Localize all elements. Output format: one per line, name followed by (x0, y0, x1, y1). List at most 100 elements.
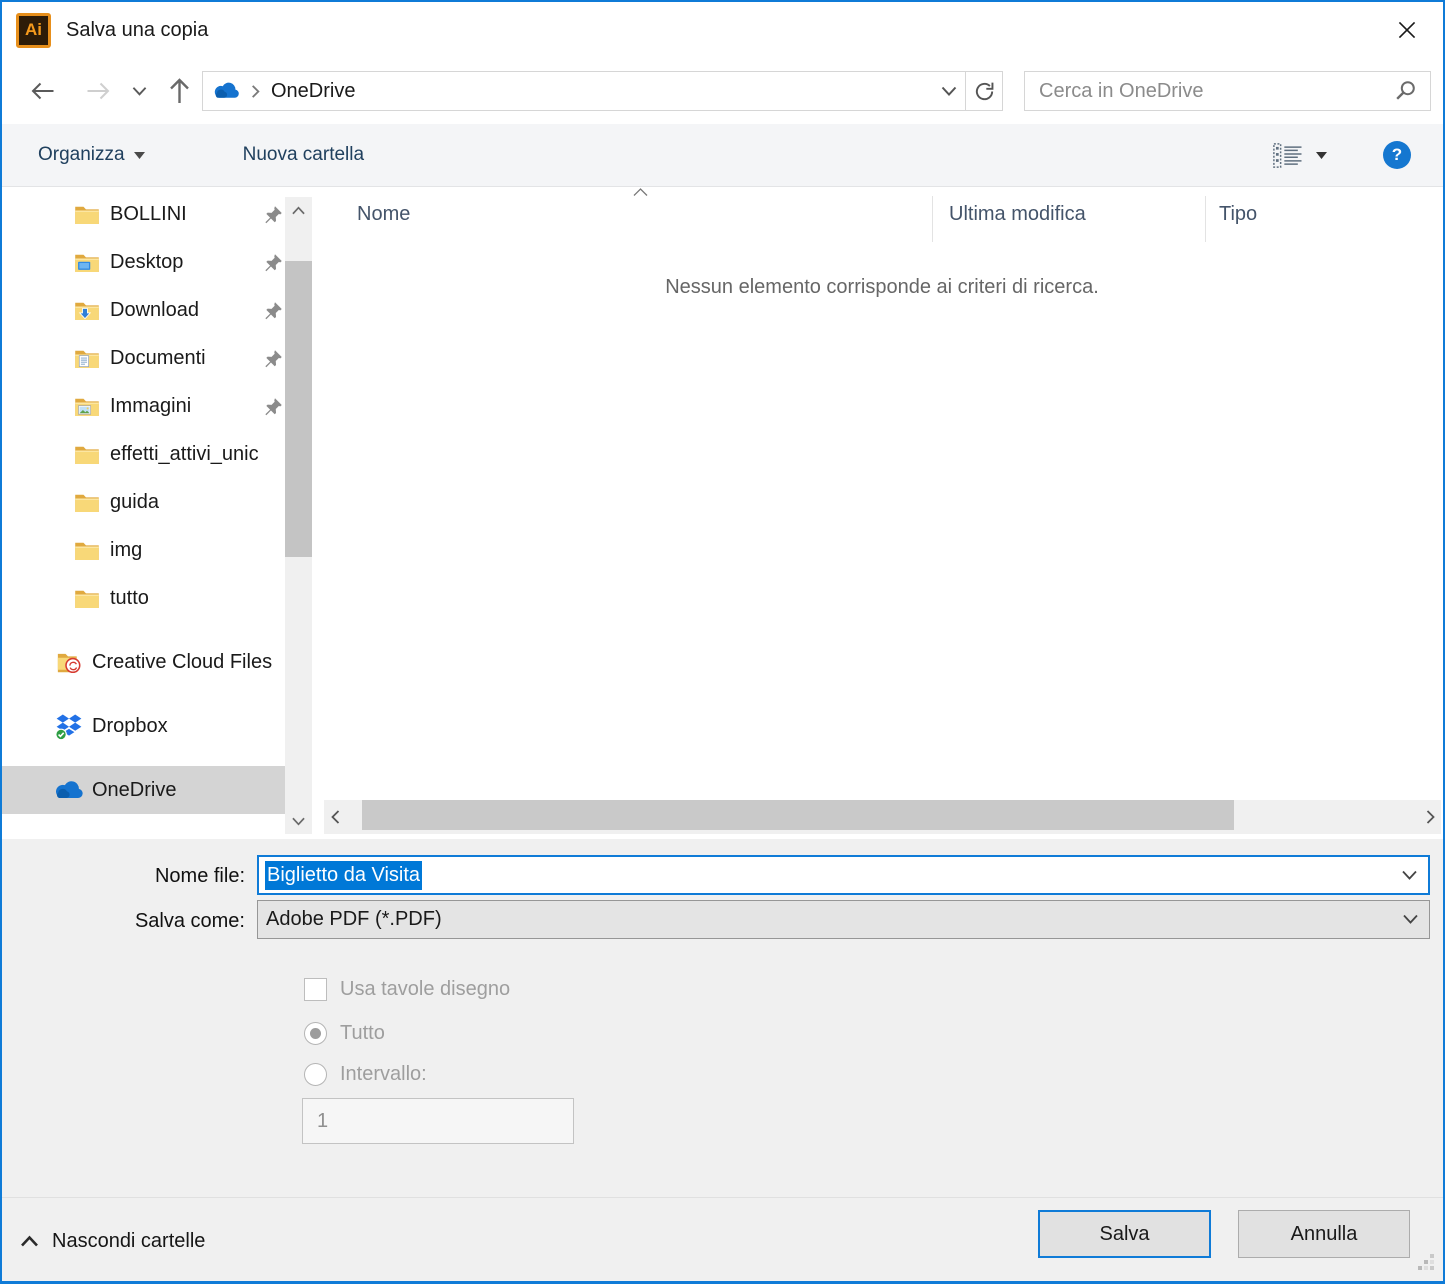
toolbar-right-group: ? (1272, 141, 1443, 169)
file-list-pane: Nome Ultima modifica Tipo Nessun element… (323, 188, 1441, 839)
chevron-left-icon (331, 810, 340, 824)
save-dialog-window: Ai Salva una copia OneDrive (0, 0, 1445, 1284)
range-value: 1 (317, 1110, 328, 1133)
scroll-left-button[interactable] (324, 800, 346, 834)
address-bar[interactable]: OneDrive (202, 71, 966, 111)
dialog-title: Salva una copia (66, 19, 208, 42)
pin-icon (263, 300, 285, 321)
help-button[interactable]: ? (1383, 141, 1411, 169)
change-view-button[interactable] (1272, 142, 1327, 169)
search-box[interactable] (1024, 71, 1431, 111)
horizontal-scrollbar[interactable] (324, 800, 1441, 834)
close-button[interactable] (1385, 10, 1429, 50)
folder-icon (72, 491, 102, 514)
scroll-down-button[interactable] (285, 808, 312, 834)
breadcrumb-chevron-icon (249, 84, 262, 99)
hide-folders-button[interactable]: Nascondi cartelle (20, 1225, 205, 1257)
use-artboards-option[interactable]: Usa tavole disegno (304, 978, 510, 1001)
sidebar-item-documenti[interactable]: Documenti (2, 334, 285, 382)
list-header: Nome Ultima modifica Tipo (323, 188, 1441, 242)
radio-all[interactable] (304, 1022, 327, 1045)
cancel-button-label: Annulla (1291, 1223, 1358, 1246)
sidebar-item-img[interactable]: img (2, 526, 285, 574)
folder-pictures-icon (72, 395, 102, 418)
scroll-up-button[interactable] (285, 197, 312, 223)
sidebar-item-download[interactable]: Download (2, 286, 285, 334)
creative-cloud-icon (54, 650, 84, 674)
save-type-select[interactable]: Adobe PDF (*.PDF) (257, 900, 1430, 939)
sidebar-item-label: guida (110, 491, 285, 514)
up-one-level-button[interactable] (156, 77, 202, 105)
scrollbar-thumb[interactable] (362, 800, 1234, 830)
folder-documents-icon (72, 347, 102, 370)
sidebar-item-immagini[interactable]: Immagini (2, 382, 285, 430)
new-folder-button[interactable]: Nuova cartella (243, 144, 364, 166)
help-icon: ? (1392, 145, 1402, 165)
onedrive-cloud-icon (213, 82, 240, 100)
refresh-icon (973, 80, 996, 103)
sidebar-item-guida[interactable]: guida (2, 478, 285, 526)
search-icon (1394, 79, 1418, 103)
save-type-value: Adobe PDF (*.PDF) (266, 908, 442, 931)
save-type-dropdown-button[interactable] (1402, 914, 1419, 925)
chevron-right-icon (1426, 810, 1435, 824)
breadcrumb[interactable]: OneDrive (271, 80, 355, 103)
sidebar-item-label: BOLLINI (110, 203, 263, 226)
pin-icon (263, 348, 285, 369)
sidebar-item-onedrive[interactable]: OneDrive (2, 766, 285, 814)
onedrive-icon (54, 780, 84, 801)
search-input[interactable] (1037, 79, 1394, 104)
sidebar-item-label: img (110, 539, 285, 562)
range-all-option[interactable]: Tutto (304, 1022, 385, 1045)
footer-divider (2, 1197, 1443, 1198)
empty-list-message: Nessun elemento corrisponde ai criteri d… (323, 276, 1441, 299)
refresh-button[interactable] (966, 71, 1003, 111)
forward-button[interactable] (74, 79, 122, 103)
folder-icon (72, 587, 102, 610)
sidebar-item-label: Documenti (110, 347, 263, 370)
back-button[interactable] (18, 79, 66, 103)
sidebar-item-dropbox[interactable]: Dropbox (2, 702, 285, 750)
chevron-down-icon (292, 817, 305, 826)
scroll-right-button[interactable] (1419, 800, 1441, 834)
pin-icon (263, 252, 285, 273)
range-value-input[interactable]: 1 (302, 1098, 574, 1144)
illustrator-app-icon: Ai (16, 13, 51, 48)
column-divider[interactable] (1205, 196, 1206, 242)
chevron-up-icon (20, 1235, 39, 1247)
column-header-name[interactable]: Nome (357, 203, 410, 226)
save-options-panel: Nome file: Biglietto da Visita Salva com… (2, 839, 1443, 1281)
caret-down-icon (1316, 152, 1327, 159)
range-interval-option[interactable]: Intervallo: (304, 1063, 427, 1086)
up-arrow-icon (167, 77, 192, 105)
file-name-input[interactable]: Biglietto da Visita (257, 855, 1430, 895)
sidebar-scrollbar[interactable] (285, 197, 312, 834)
save-button[interactable]: Salva (1038, 1210, 1211, 1258)
organize-label: Organizza (38, 144, 125, 166)
cancel-button[interactable]: Annulla (1238, 1210, 1410, 1258)
resize-grip-icon[interactable] (1416, 1252, 1438, 1274)
chevron-down-icon (1402, 914, 1419, 925)
folder-icon (72, 443, 102, 466)
sidebar-item-label: Download (110, 299, 263, 322)
organize-menu-button[interactable]: Organizza (38, 144, 145, 166)
column-header-type[interactable]: Tipo (1219, 203, 1257, 226)
column-divider[interactable] (932, 196, 933, 242)
sidebar-item-tutto[interactable]: tutto (2, 574, 285, 622)
sidebar-item-bollini[interactable]: BOLLINI (2, 190, 285, 238)
radio-range[interactable] (304, 1063, 327, 1086)
list-view-icon (1272, 142, 1304, 169)
address-dropdown-button[interactable] (941, 86, 957, 97)
save-button-label: Salva (1099, 1223, 1149, 1246)
use-artboards-checkbox[interactable] (304, 978, 327, 1001)
close-icon (1394, 17, 1420, 43)
navigation-sidebar: BOLLINI Desktop Download Documenti Immaginie… (2, 188, 322, 839)
sidebar-item-creative-cloud-files[interactable]: Creative Cloud Files (2, 638, 285, 686)
scrollbar-thumb[interactable] (285, 261, 312, 557)
file-name-label: Nome file: (2, 856, 245, 896)
recent-locations-button[interactable] (122, 86, 156, 97)
sidebar-item-desktop[interactable]: Desktop (2, 238, 285, 286)
column-header-modified[interactable]: Ultima modifica (949, 203, 1086, 226)
file-name-dropdown-button[interactable] (1401, 870, 1418, 881)
sidebar-item-effetti-attivi-unic[interactable]: effetti_attivi_unic (2, 430, 285, 478)
